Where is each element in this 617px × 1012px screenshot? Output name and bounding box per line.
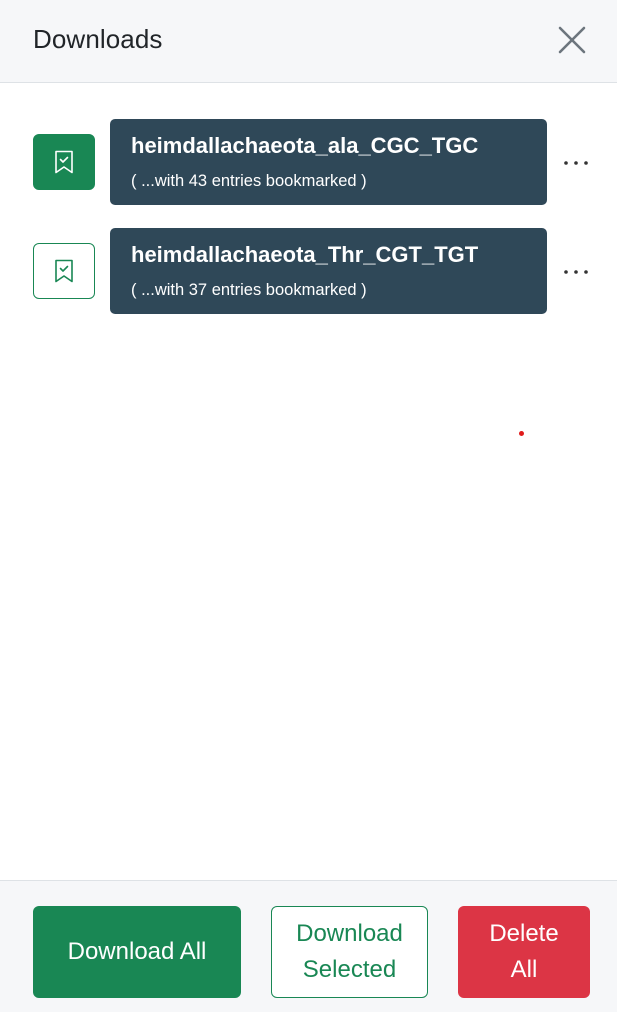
download-selected-button[interactable]: Download Selected [271, 906, 428, 998]
close-button[interactable] [552, 20, 592, 60]
more-horizontal-icon [564, 270, 588, 274]
download-card[interactable]: heimdallachaeota_ala_CGC_TGC ( ...with 4… [110, 119, 547, 205]
delete-all-button[interactable]: Delete All [458, 906, 590, 998]
close-icon [558, 26, 586, 54]
more-options-button[interactable] [560, 258, 592, 286]
delete-all-label: Delete All [489, 920, 559, 983]
cursor-indicator [519, 431, 524, 436]
download-selected-label: Download Selected [296, 920, 403, 983]
download-all-button[interactable]: Download All [33, 906, 241, 998]
select-toggle[interactable] [33, 134, 95, 190]
bookmark-check-icon [55, 150, 73, 174]
list-item: heimdallachaeota_Thr_CGT_TGT ( ...with 3… [0, 228, 617, 314]
panel-footer: Download All Download Selected Delete Al… [0, 880, 617, 1012]
downloads-panel: Downloads heimdallachaeota_ala_CGC_TGC (… [0, 0, 617, 1012]
download-all-label: Download All [67, 938, 207, 965]
download-name: heimdallachaeota_ala_CGC_TGC [131, 133, 479, 158]
more-horizontal-icon [564, 161, 588, 165]
download-entries-count: ( ...with 43 entries bookmarked ) [131, 172, 367, 190]
download-entries-count: ( ...with 37 entries bookmarked ) [131, 281, 367, 299]
page-title: Downloads [33, 24, 163, 54]
more-options-button[interactable] [560, 149, 592, 177]
bookmark-check-icon [55, 259, 73, 283]
list-item: heimdallachaeota_ala_CGC_TGC ( ...with 4… [0, 119, 617, 205]
select-toggle[interactable] [33, 243, 95, 299]
download-name: heimdallachaeota_Thr_CGT_TGT [131, 242, 479, 267]
download-card[interactable]: heimdallachaeota_Thr_CGT_TGT ( ...with 3… [110, 228, 547, 314]
panel-header: Downloads [0, 0, 617, 83]
